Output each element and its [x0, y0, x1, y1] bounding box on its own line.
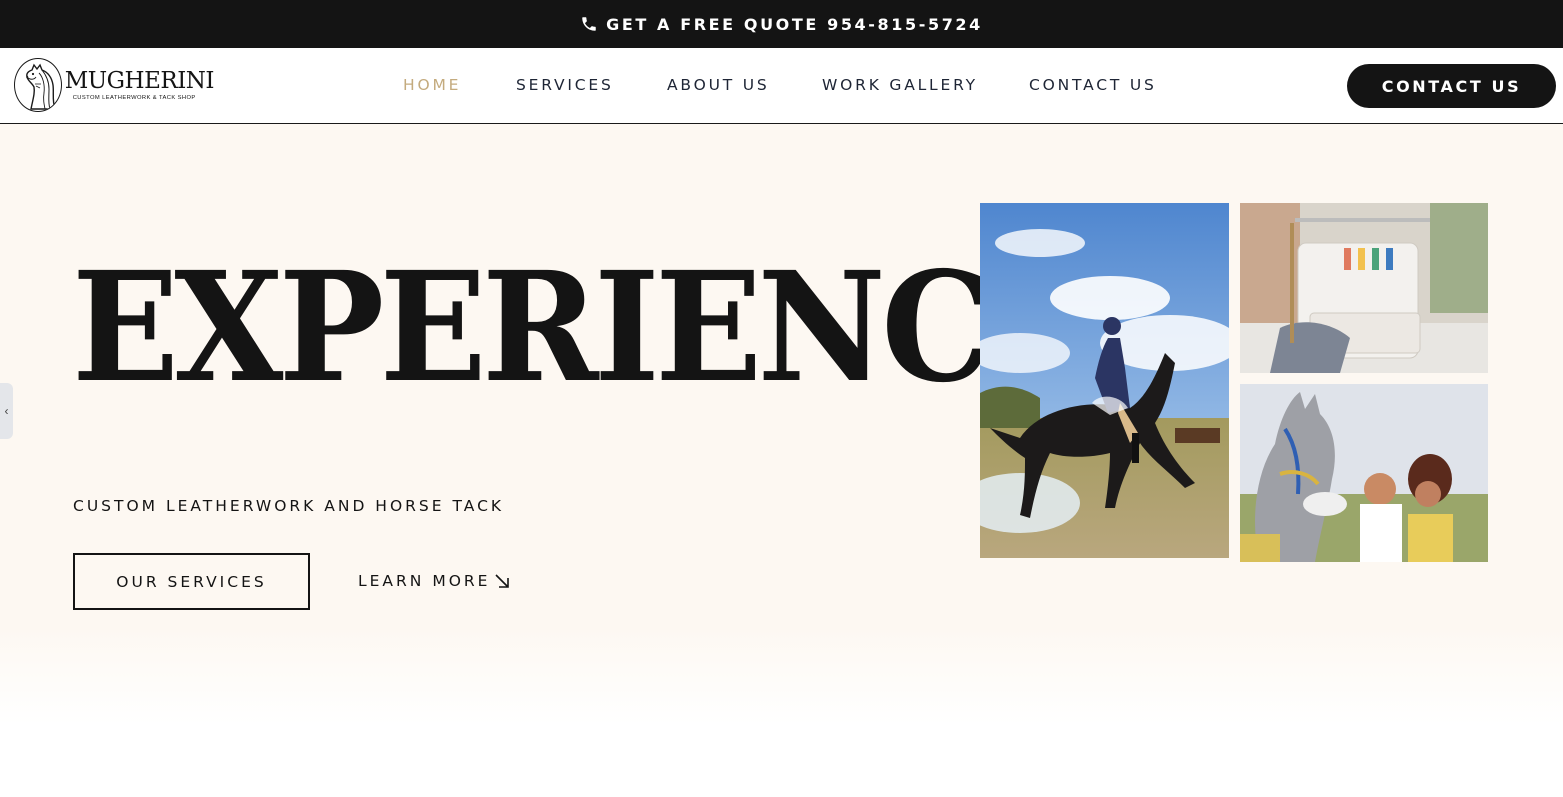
phone-icon — [580, 15, 598, 33]
nav-contact-us[interactable]: CONTACT US — [1029, 76, 1157, 94]
hero-title: EXPERIENCE — [72, 238, 1095, 416]
nav-about-us[interactable]: ABOUT US — [667, 76, 770, 94]
horse-and-people-photo — [1240, 384, 1488, 562]
hero-subtitle: CUSTOM LEATHERWORK AND HORSE TACK — [73, 497, 505, 515]
learn-more-link[interactable]: LEARN MORE — [358, 572, 510, 590]
our-services-button[interactable]: OUR SERVICES — [73, 553, 310, 610]
free-quote-link[interactable]: GET A FREE QUOTE 954-815-5724 — [606, 15, 983, 34]
nav-services[interactable]: SERVICES — [516, 76, 614, 94]
nav-home[interactable]: HOME — [403, 76, 461, 94]
arrow-down-right-icon — [494, 573, 510, 589]
horse-rider-photo — [980, 203, 1229, 558]
main-nav: HOME SERVICES ABOUT US WORK GALLERY CONT… — [0, 48, 1563, 124]
contact-us-button[interactable]: CONTACT US — [1347, 64, 1556, 108]
hero-section: ‹ EXPERIENCE CUSTOM LEATHERWORK AND HORS… — [0, 124, 1563, 724]
nav-work-gallery[interactable]: WORK GALLERY — [822, 76, 978, 94]
site-header: MUGHERINI CUSTOM LEATHERWORK & TACK SHOP… — [0, 48, 1563, 124]
sewing-machine-photo — [1240, 203, 1488, 373]
top-announcement-bar: GET A FREE QUOTE 954-815-5724 — [0, 0, 1563, 48]
side-panel-toggle[interactable]: ‹ — [0, 383, 13, 439]
chevron-left-icon: ‹ — [4, 404, 9, 418]
learn-more-label: LEARN MORE — [358, 572, 491, 590]
